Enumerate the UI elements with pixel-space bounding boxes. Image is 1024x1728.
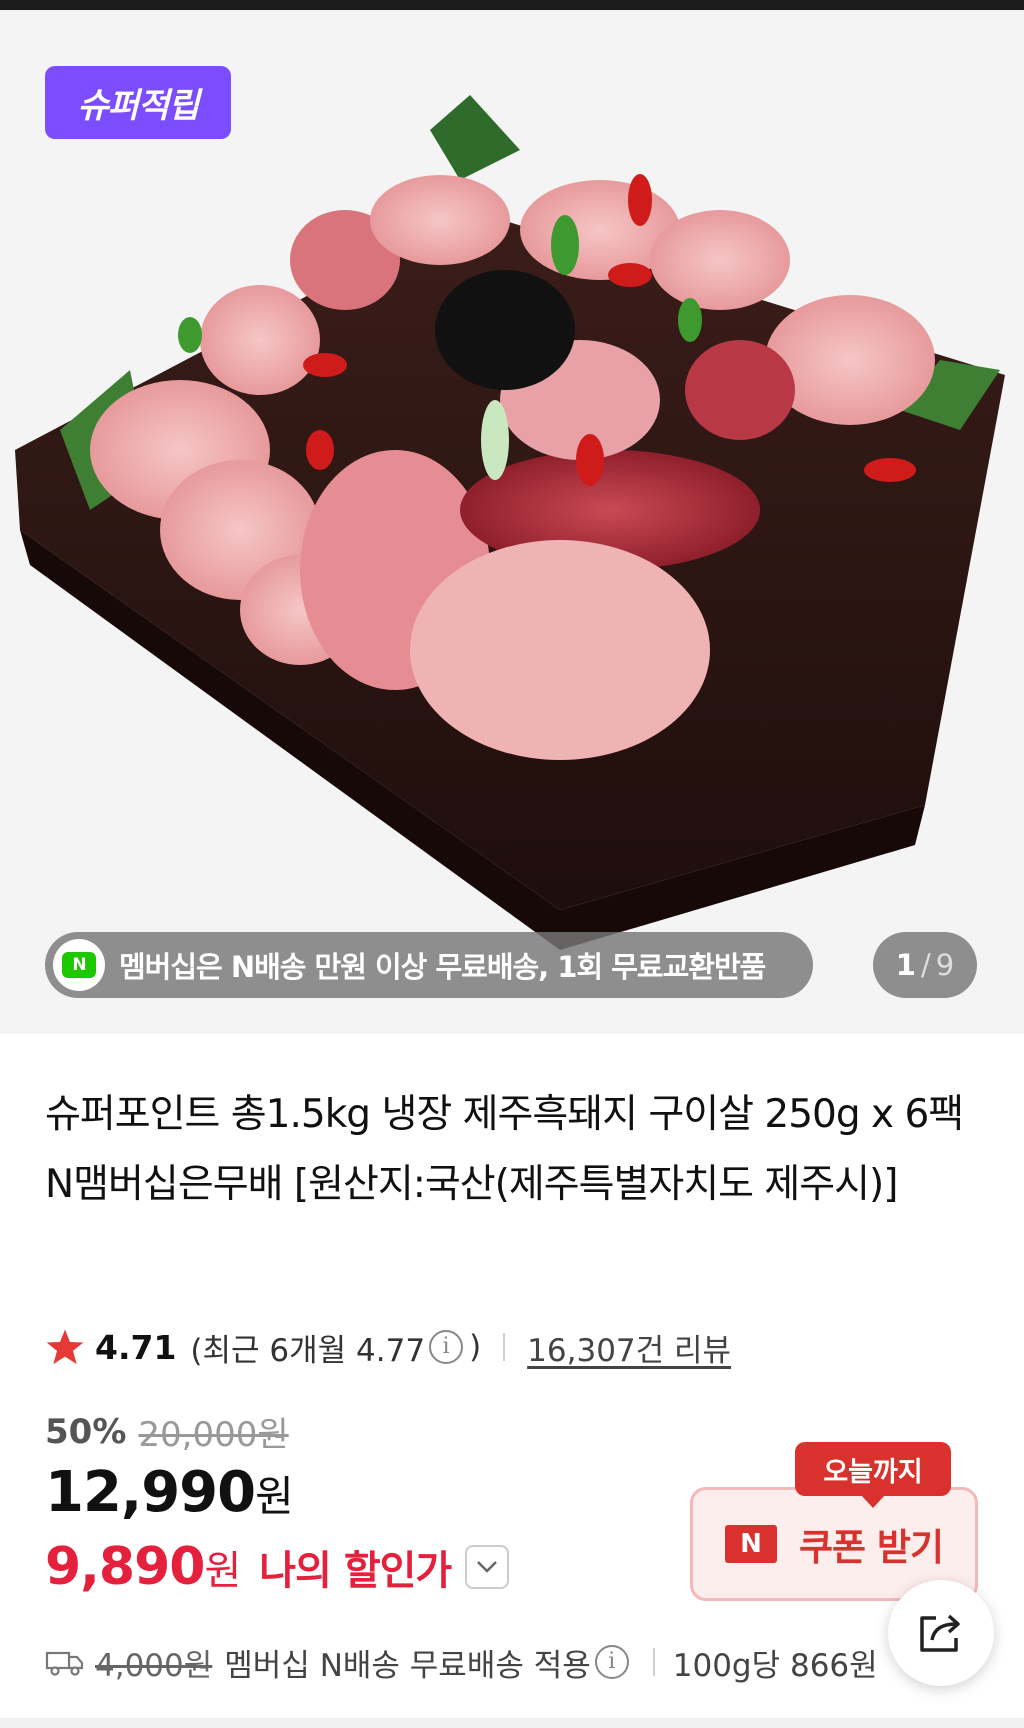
product-image-carousel[interactable]: 슈퍼적립 N 멤버십은 N배송 만원 이상 무료배송, 1회 무료교환반품 1 … <box>0 10 1024 1034</box>
my-price-label: 나의 할인가 <box>259 1548 452 1594</box>
status-bar <box>0 0 1024 10</box>
product-title: 슈퍼포인트 총1.5kg 냉장 제주흑돼지 구이살 250g x 6팩 N맴버십… <box>45 1092 964 1207</box>
recent-rating: (최근 6개월 4.77 <box>190 1332 426 1369</box>
shipping-benefit-text: 멤버십 N배송 무료배송 적용 <box>224 1647 591 1684</box>
divider <box>503 1333 506 1361</box>
discount-row: 50% 20,000원 <box>45 1407 289 1456</box>
super-points-badge: 슈퍼적립 <box>45 66 231 139</box>
review-count-link[interactable]: 16,307건 리뷰 <box>527 1325 731 1370</box>
product-photo <box>0 10 1024 1034</box>
my-price-value: 9,890 <box>45 1537 205 1597</box>
truck-icon <box>45 1651 84 1676</box>
membership-shipping-notice: N 멤버십은 N배송 만원 이상 무료배송, 1회 무료교환반품 <box>45 932 813 998</box>
sale-price-value: 12,990 <box>45 1460 256 1525</box>
chevron-down-icon[interactable] <box>465 1545 510 1589</box>
shipping-notice-text: 멤버십은 N배송 만원 이상 무료배송, 1회 무료교환반품 <box>119 950 766 984</box>
unit-price: 100g당 866원 <box>672 1647 878 1684</box>
info-icon[interactable]: i <box>429 1330 464 1364</box>
delivery-info-row: 4,000원 멤버십 N배송 무료배송 적용 i 100g당 866원 <box>45 1637 878 1687</box>
divider <box>652 1648 655 1676</box>
recent-rating-close: ) <box>469 1329 482 1365</box>
my-discount-price-row[interactable]: 9,890 원 나의 할인가 <box>45 1537 510 1597</box>
sale-price-unit: 원 <box>255 1472 294 1521</box>
my-price-unit: 원 <box>204 1548 242 1594</box>
coupon-button-label: 쿠폰 받기 <box>798 1526 944 1569</box>
rating-row: 4.71 (최근 6개월 4.77 i ) 16,307건 리뷰 <box>45 1322 731 1372</box>
image-page-counter: 1 / 9 <box>873 932 977 998</box>
page-total: 9 <box>935 948 955 982</box>
share-button[interactable] <box>888 1580 994 1686</box>
shipping-info-icon[interactable]: i <box>594 1645 629 1679</box>
n-delivery-icon: N <box>53 939 105 991</box>
rating-score: 4.71 <box>95 1327 177 1367</box>
star-icon <box>46 1329 84 1365</box>
original-price: 20,000원 <box>138 1415 289 1455</box>
n-coupon-icon: N <box>724 1525 777 1563</box>
bottom-edge <box>0 1718 1024 1728</box>
sale-price: 12,990원 <box>45 1460 294 1525</box>
share-icon <box>920 1614 960 1652</box>
page-current: 1 <box>895 948 916 982</box>
coupon-deadline-tag: 오늘까지 <box>795 1442 951 1508</box>
discount-rate: 50% <box>45 1411 127 1452</box>
original-shipping-fee: 4,000원 <box>95 1647 213 1684</box>
